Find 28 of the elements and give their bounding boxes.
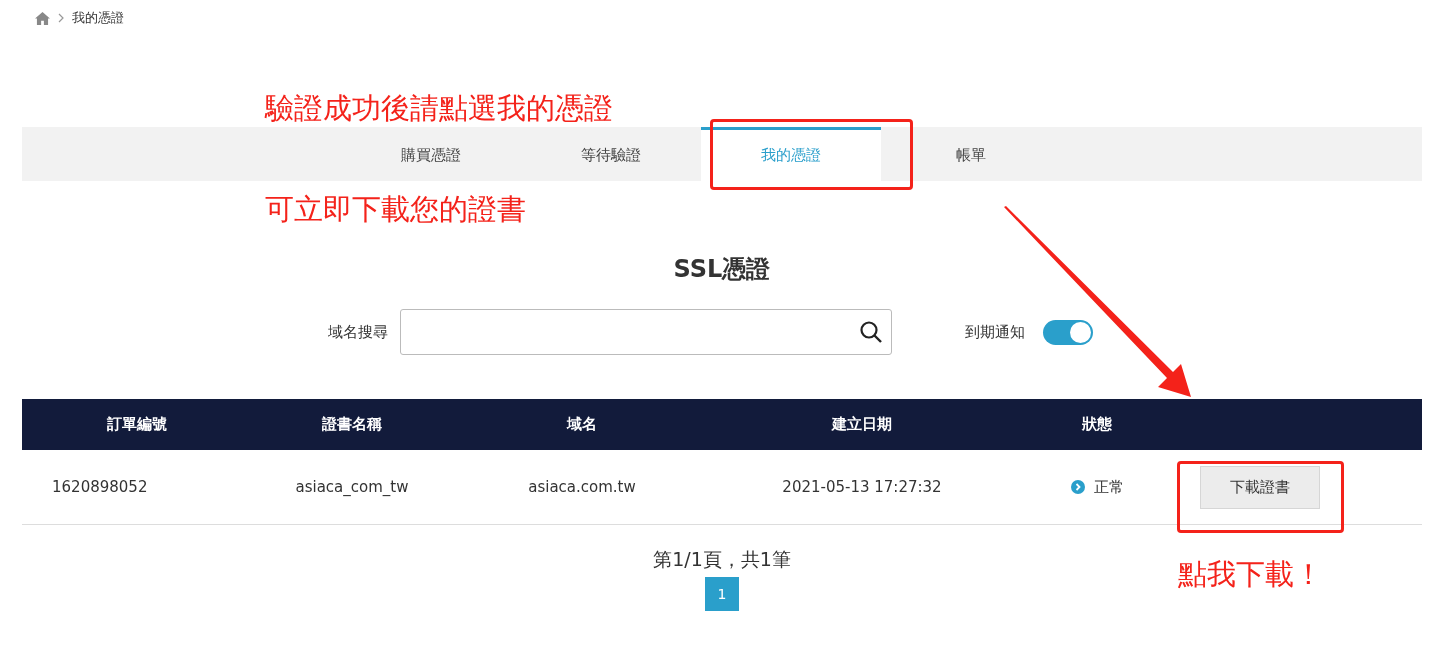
status-icon [1070, 480, 1085, 494]
home-icon[interactable] [35, 11, 50, 25]
annotation-text: 驗證成功後請點選我的憑證 [265, 90, 613, 127]
column-header: 證書名稱 [321, 415, 383, 434]
column-header: 訂單編號 [106, 415, 168, 434]
table-cell-text: 1620898052 [51, 478, 149, 496]
table-cell-text: asiaca.com.tw [527, 478, 637, 496]
annotation-text: 點我下載！ [1178, 556, 1323, 593]
tab[interactable]: 等待驗證 [521, 127, 701, 181]
table-cell-text: 2021-05-13 17:27:32 [781, 478, 943, 496]
search-icon[interactable] [859, 320, 883, 344]
column-header: 域名 [565, 415, 598, 434]
notify-label: 到期通知 [965, 322, 1025, 342]
search-field[interactable] [400, 309, 892, 355]
tab[interactable]: 購買憑證 [341, 127, 521, 181]
chevron-icon [58, 13, 64, 23]
page-summary: 第1/1頁，共1筆 [653, 547, 791, 572]
search-label: 域名搜尋 [328, 322, 388, 342]
annotation-text: 可立即下載您的證書 [265, 191, 526, 228]
notify-toggle[interactable] [1043, 319, 1093, 345]
tab[interactable]: 帳單 [881, 127, 1061, 181]
table-cell-text: asiaca_com_tw [294, 478, 410, 496]
download-button[interactable]: 下載證書 [1200, 465, 1320, 509]
column-header: 建立日期 [830, 415, 893, 434]
page-title: SSL憑證 [672, 254, 772, 285]
breadcrumb-item[interactable]: 我的憑證 [72, 9, 124, 27]
column-header: 狀態 [1081, 415, 1113, 434]
status-text: 正常 [1093, 477, 1124, 497]
